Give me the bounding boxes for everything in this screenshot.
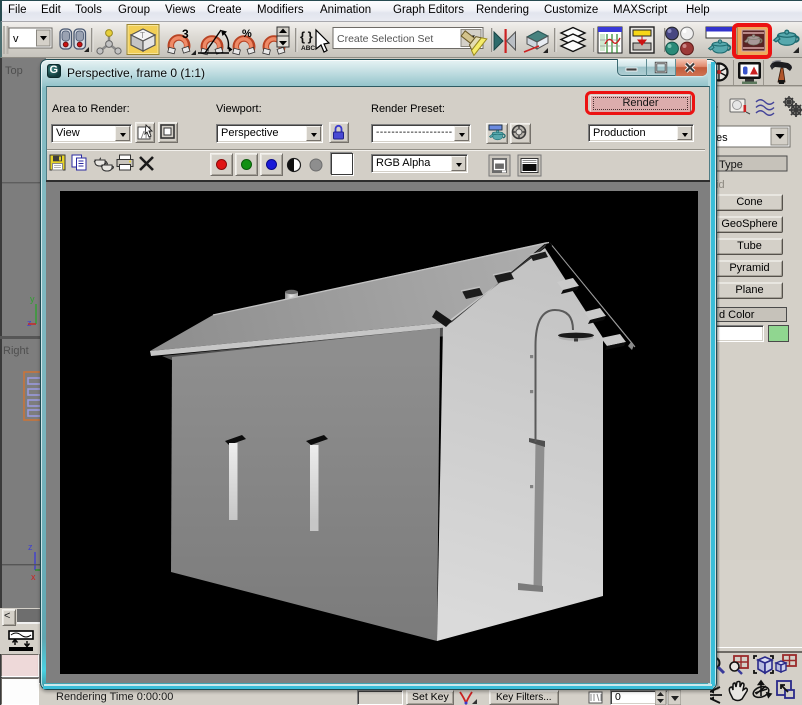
svg-text:z: z xyxy=(27,318,32,328)
svg-text:x: x xyxy=(31,572,36,582)
svg-text:z: z xyxy=(28,542,33,552)
svg-text:{ }: { } xyxy=(300,29,313,44)
svg-text:y: y xyxy=(30,294,35,304)
svg-text:T: T xyxy=(140,31,145,40)
svg-text:Create Selection Set: Create Selection Set xyxy=(337,33,433,45)
svg-text:3: 3 xyxy=(182,27,189,41)
svg-text:v: v xyxy=(13,33,19,45)
svg-text:Type: Type xyxy=(719,159,743,171)
svg-text:Right: Right xyxy=(3,345,29,357)
svg-text:Top: Top xyxy=(5,65,23,77)
svg-text:%: % xyxy=(242,28,252,40)
svg-text:ABC: ABC xyxy=(301,45,315,52)
